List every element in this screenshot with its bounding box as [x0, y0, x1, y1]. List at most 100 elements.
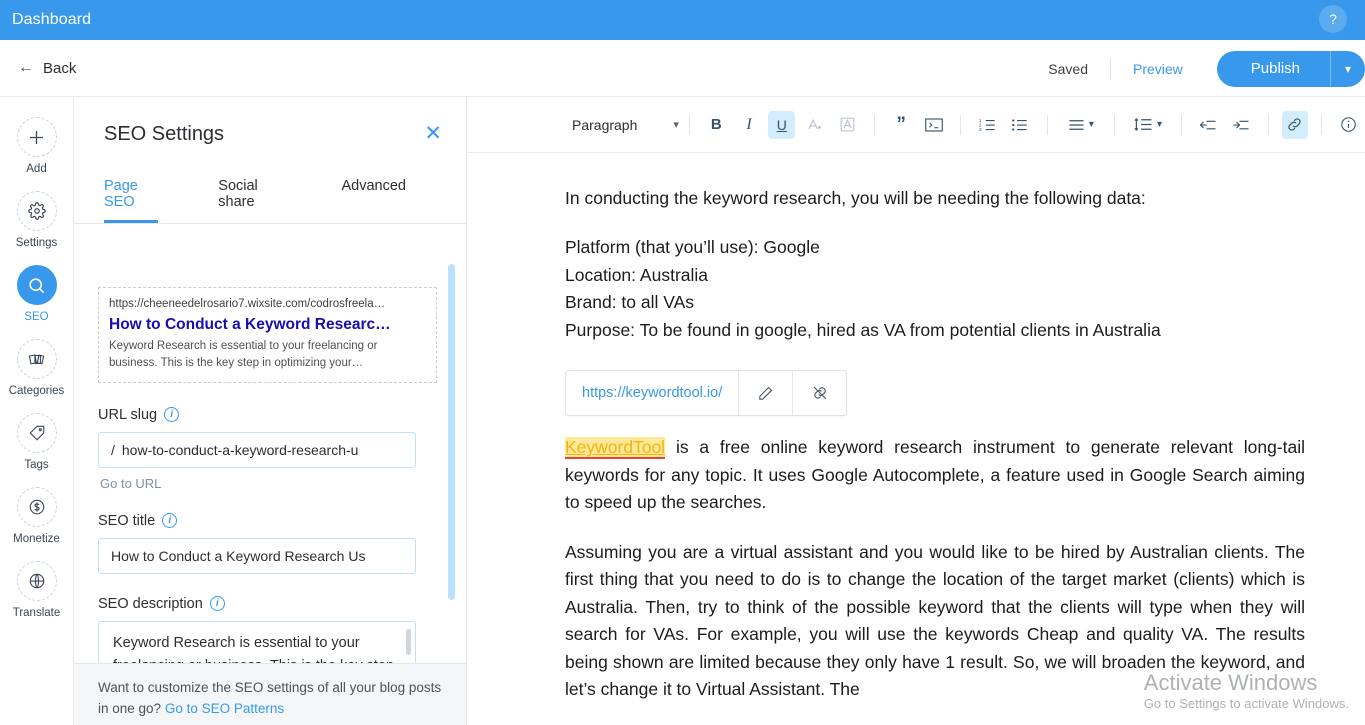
seo-panel-header: SEO Settings ✕	[74, 97, 466, 146]
tab-social-share[interactable]: Social share	[218, 178, 281, 223]
cards-icon	[16, 339, 57, 379]
chevron-down-icon: ▾	[673, 119, 679, 131]
url-slug-input[interactable]: / how-to-conduct-a-keyword-research-u	[98, 431, 416, 468]
list-item: Platform (that you’ll use): Google	[565, 237, 820, 258]
sidebar-item-monetize[interactable]: Monetize	[0, 487, 73, 545]
link-url[interactable]: https://keywordtool.io/	[566, 371, 738, 415]
serp-preview-title: How to Conduct a Keyword Researc…	[109, 316, 391, 334]
seo-panel-body: https://cheeneedelrosario7.wixsite.com/c…	[74, 275, 466, 663]
tab-page-seo[interactable]: Page SEO	[104, 178, 159, 223]
app-bar: Dashboard ?	[0, 0, 1365, 40]
serp-preview-url: https://cheeneedelrosario7.wixsite.com/c…	[109, 298, 386, 310]
info-icon[interactable]: i	[164, 407, 180, 423]
sidebar-item-label: Categories	[8, 385, 65, 397]
bulleted-list-icon[interactable]	[1007, 111, 1034, 139]
url-slug-prefix: /	[111, 441, 115, 458]
bold-button[interactable]: B	[703, 111, 730, 139]
link-popup: https://keywordtool.io/	[565, 370, 848, 417]
app-title: Dashboard	[12, 11, 92, 28]
divider	[873, 114, 875, 135]
divider	[1267, 114, 1269, 135]
editor-top-bar: ← Back Saved Preview Publish ▾	[0, 40, 1365, 97]
sidebar-item-label: SEO	[24, 311, 49, 323]
go-to-url-link[interactable]: Go to URL	[100, 476, 437, 491]
seo-description-textarea[interactable]: Keyword Research is essential to your fr…	[98, 620, 416, 663]
left-icon-rail: Add Settings SEO Categories Tags Monetiz…	[0, 97, 74, 725]
saved-status: Saved	[1048, 60, 1088, 77]
textarea-scrollbar[interactable]	[406, 628, 411, 655]
sidebar-item-label: Tags	[24, 459, 49, 471]
sidebar-item-tags[interactable]: Tags	[0, 413, 73, 471]
underline-button[interactable]: U	[768, 110, 796, 139]
ordered-list-icon[interactable]: 123	[974, 111, 1001, 139]
paragraph-text: is a free online keyword research instru…	[565, 437, 1305, 513]
blockquote-icon[interactable]: ”	[888, 111, 915, 139]
pencil-icon[interactable]	[738, 371, 792, 416]
seo-panel-footer: Want to customize the SEO settings of al…	[74, 663, 466, 725]
divider	[1321, 114, 1323, 135]
publish-dropdown-chevron-down-icon[interactable]: ▾	[1330, 50, 1365, 87]
plus-icon	[16, 117, 57, 157]
seo-tabs: Page SEO Social share Advanced	[74, 178, 466, 224]
editor-toolbar: Paragraph ▾ B I U ” 123 ▾ ▾	[468, 97, 1365, 153]
data-list: Platform (that you’ll use): Google Locat…	[565, 234, 1305, 344]
help-icon[interactable]: ?	[1319, 5, 1347, 33]
sidebar-item-categories[interactable]: Categories	[0, 339, 73, 397]
editor-document[interactable]: In conducting the keyword research, you …	[468, 153, 1365, 725]
indent-icon[interactable]	[1228, 111, 1255, 139]
line-spacing-button[interactable]: ▾	[1128, 111, 1168, 139]
info-icon[interactable]	[1335, 111, 1362, 139]
tag-icon	[16, 413, 57, 453]
keywordtool-link[interactable]: KeywordTool	[565, 437, 666, 460]
seo-panel-scrollbar[interactable]	[448, 264, 455, 600]
paragraph: In conducting the keyword research, you …	[565, 188, 1146, 208]
divider	[688, 114, 690, 135]
unlink-icon[interactable]	[792, 371, 846, 416]
seo-description-value: Keyword Research is essential to your fr…	[113, 634, 394, 663]
paragraph-style-label: Paragraph	[572, 116, 638, 133]
sidebar-item-label: Translate	[12, 607, 61, 619]
divider	[1113, 114, 1115, 135]
top-bar-actions: Saved Preview Publish ▾	[1048, 40, 1365, 97]
sidebar-item-add[interactable]: Add	[0, 117, 73, 175]
sidebar-item-label: Monetize	[13, 533, 60, 545]
publish-button[interactable]: Publish	[1216, 50, 1330, 87]
search-icon	[16, 265, 57, 305]
divider	[1110, 57, 1111, 80]
code-block-icon[interactable]	[921, 111, 948, 139]
svg-text:3: 3	[979, 127, 982, 132]
preview-button[interactable]: Preview	[1133, 61, 1183, 77]
url-slug-value: how-to-conduct-a-keyword-research-u	[121, 441, 359, 458]
divider	[960, 114, 962, 135]
insert-link-icon[interactable]	[1281, 110, 1309, 139]
seo-title-label: SEO title	[98, 512, 156, 529]
dollar-icon	[16, 487, 57, 527]
seo-description-label: SEO description	[98, 595, 203, 612]
seo-description-label-row: SEO description i	[98, 596, 437, 612]
text-color-icon[interactable]	[801, 111, 828, 139]
paragraph-style-select[interactable]: Paragraph ▾	[572, 117, 679, 133]
list-item: Brand: to all VAs	[565, 292, 695, 313]
paragraph-with-link: KeywordTool is a free online keyword res…	[565, 434, 1305, 516]
url-slug-label-row: URL slug i	[98, 407, 437, 423]
url-slug-label: URL slug	[98, 406, 158, 423]
go-to-seo-patterns-link[interactable]: Go to SEO Patterns	[165, 701, 284, 716]
serp-preview-description: Keyword Research is essential to your fr…	[109, 340, 378, 369]
italic-button[interactable]: I	[736, 111, 763, 139]
outdent-icon[interactable]	[1195, 111, 1222, 139]
serp-preview-card: https://cheeneedelrosario7.wixsite.com/c…	[98, 287, 437, 383]
info-icon[interactable]: i	[209, 596, 225, 612]
tab-advanced[interactable]: Advanced	[342, 178, 407, 223]
text-align-button[interactable]: ▾	[1061, 111, 1101, 139]
globe-icon	[16, 561, 57, 601]
divider	[1181, 114, 1183, 135]
back-button[interactable]: ← Back	[18, 60, 76, 77]
info-icon[interactable]: i	[162, 513, 178, 529]
close-icon[interactable]: ✕	[424, 123, 442, 144]
text-highlight-icon[interactable]	[834, 111, 861, 139]
sidebar-item-seo[interactable]: SEO	[0, 265, 73, 323]
sidebar-item-translate[interactable]: Translate	[0, 561, 73, 619]
seo-title-input[interactable]: How to Conduct a Keyword Research Us	[98, 537, 416, 574]
seo-settings-panel: SEO Settings ✕ Page SEO Social share Adv…	[74, 97, 467, 725]
sidebar-item-settings[interactable]: Settings	[0, 191, 73, 249]
